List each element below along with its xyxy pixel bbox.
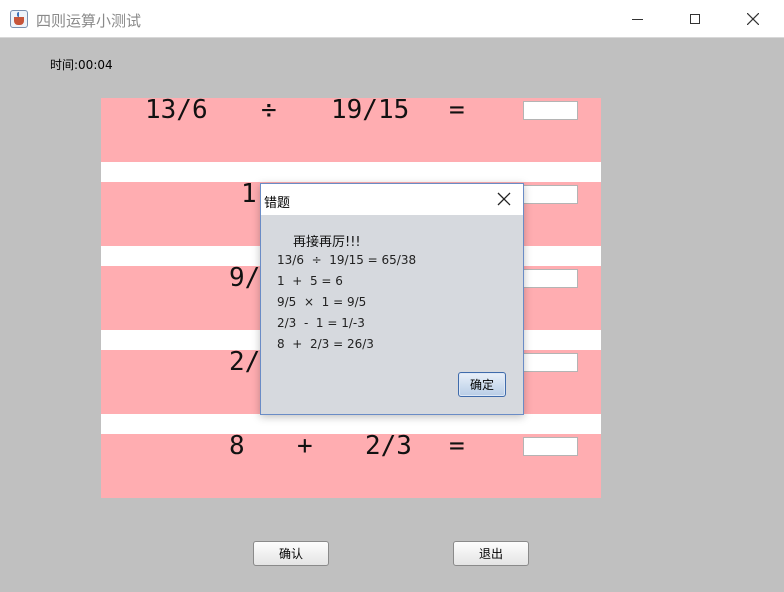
mistake-line: 1 + 5 = 6 <box>277 274 343 288</box>
window-title-bar: 四则运算小测试 <box>0 0 784 38</box>
operand-1: 8 <box>229 431 245 461</box>
maximize-icon <box>690 14 700 24</box>
maximize-button[interactable] <box>666 0 724 38</box>
operator: ÷ <box>261 95 277 125</box>
answer-input[interactable] <box>523 101 578 120</box>
operand-2: 2/3 <box>365 431 412 461</box>
operand-1: 13/6 <box>145 95 208 125</box>
mistake-line: 9/5 × 1 = 9/5 <box>277 295 367 309</box>
mistakes-dialog: 错题 再接再厉!!! 13/6 ÷ 19/15 = 65/38 1 + 5 = … <box>260 183 524 415</box>
operand-2: 19/15 <box>331 95 410 125</box>
operator: + <box>297 431 313 461</box>
question-row: 8 + 2/3 = <box>101 431 601 498</box>
answer-input[interactable] <box>523 437 578 456</box>
timer-label: 时间:00:04 <box>50 58 113 72</box>
dialog-title-bar: 错题 <box>261 184 523 215</box>
dialog-close-button[interactable] <box>495 190 513 208</box>
answer-input[interactable] <box>523 353 578 372</box>
window-title: 四则运算小测试 <box>36 12 142 30</box>
java-cup-icon <box>10 10 28 28</box>
row-separator <box>101 162 601 182</box>
close-icon <box>497 192 511 206</box>
answer-input[interactable] <box>523 185 578 204</box>
answer-input[interactable] <box>523 269 578 288</box>
ok-button[interactable]: 确定 <box>458 372 506 397</box>
dialog-heading: 再接再厉!!! <box>293 235 361 250</box>
close-icon <box>747 13 759 25</box>
dialog-title: 错题 <box>264 196 291 211</box>
mistake-line: 13/6 ÷ 19/15 = 65/38 <box>277 253 417 267</box>
window-close-button[interactable] <box>724 0 782 38</box>
equals-sign: = <box>449 95 465 125</box>
confirm-button[interactable]: 确认 <box>253 541 329 566</box>
operand-1: 1 <box>241 179 257 209</box>
minimize-button[interactable] <box>608 0 666 38</box>
question-row: 13/6 ÷ 19/15 = <box>101 95 601 162</box>
row-separator <box>101 414 601 434</box>
mistake-line: 8 + 2/3 = 26/3 <box>277 337 374 351</box>
equals-sign: = <box>449 431 465 461</box>
exit-button[interactable]: 退出 <box>453 541 529 566</box>
mistake-line: 2/3 - 1 = 1/-3 <box>277 316 365 330</box>
minimize-icon <box>631 18 643 20</box>
